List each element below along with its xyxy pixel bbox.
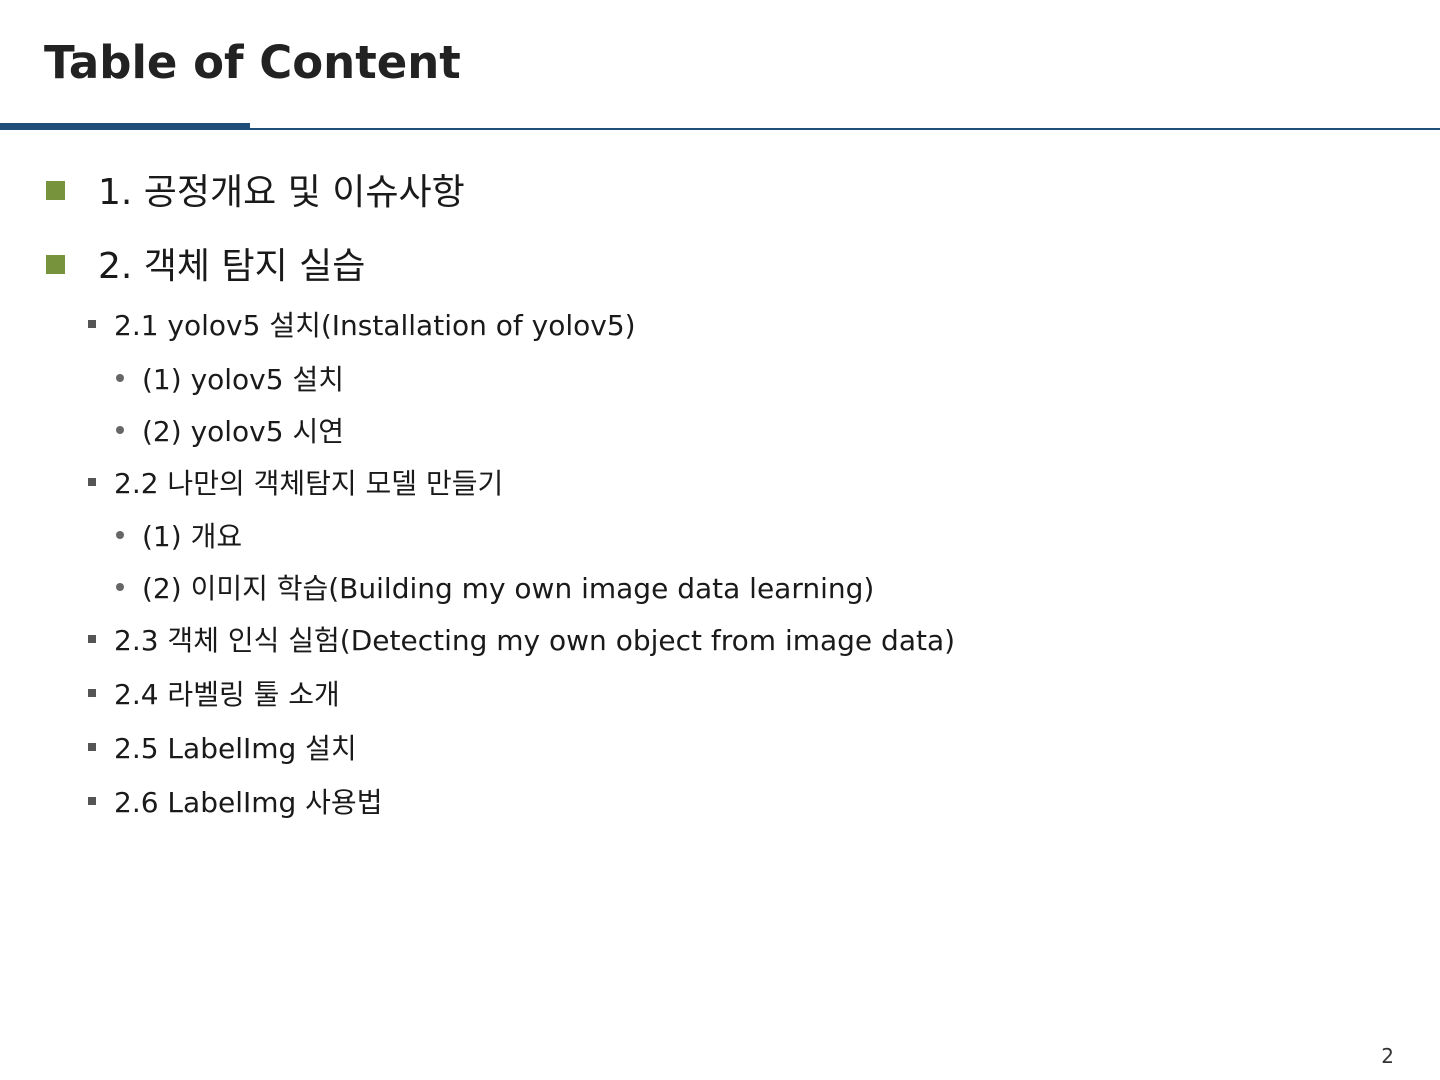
toc-subsubitem-text: (2) 이미지 학습(Building my own image data le… [142, 572, 875, 605]
square-bullet-icon [46, 254, 65, 274]
toc-item-text: 1. 공정개요 및 이슈사항 [98, 172, 465, 213]
toc-item: 1. 공정개요 및 이슈사항 [46, 163, 465, 215]
small-square-bullet-icon [88, 689, 96, 697]
small-square-bullet-icon [88, 635, 96, 643]
toc-subitem: 2.2 나만의 객체탐지 모델 만들기 [88, 462, 503, 502]
small-square-bullet-icon [88, 797, 96, 805]
square-bullet-icon [46, 180, 65, 200]
toc-subitem: 2.3 객체 인식 실험(Detecting my own object fro… [88, 619, 955, 659]
toc-subitem-text: 2.6 LabelImg 사용법 [114, 786, 383, 819]
toc-subsubitem-text: (1) 개요 [142, 520, 243, 553]
small-square-bullet-icon [88, 320, 96, 328]
toc-subitem: 2.1 yolov5 설치(Installation of yolov5) [88, 304, 636, 344]
toc-subsubitem: (2) 이미지 학습(Building my own image data le… [116, 567, 874, 607]
toc-subsubitem-text: (2) yolov5 시연 [142, 415, 344, 448]
dot-bullet-icon [116, 426, 124, 434]
toc-subsubitem: (1) 개요 [116, 515, 242, 555]
toc-subitem-text: 2.5 LabelImg 설치 [114, 732, 357, 765]
toc-subitem-text: 2.1 yolov5 설치(Installation of yolov5) [114, 309, 636, 342]
dot-bullet-icon [116, 583, 124, 591]
page-number: 2 [1381, 1044, 1394, 1068]
small-square-bullet-icon [88, 478, 96, 486]
toc-subitem-text: 2.2 나만의 객체탐지 모델 만들기 [114, 467, 504, 500]
dot-bullet-icon [116, 374, 124, 382]
toc-subitem-text: 2.4 라벨링 툴 소개 [114, 678, 340, 711]
toc-subsubitem: (2) yolov5 시연 [116, 410, 344, 450]
toc-subitem: 2.6 LabelImg 사용법 [88, 781, 382, 821]
title-divider [0, 128, 1440, 130]
slide-title: Table of Content [44, 36, 461, 89]
small-square-bullet-icon [88, 743, 96, 751]
toc-subsubitem: (1) yolov5 설치 [116, 358, 344, 398]
toc-item: 2. 객체 탐지 실습 [46, 237, 365, 289]
toc-subsubitem-text: (1) yolov5 설치 [142, 363, 344, 396]
toc-subitem: 2.4 라벨링 툴 소개 [88, 673, 340, 713]
toc-item-text: 2. 객체 탐지 실습 [98, 246, 366, 287]
dot-bullet-icon [116, 531, 124, 539]
toc-subitem-text: 2.3 객체 인식 실험(Detecting my own object fro… [114, 624, 956, 657]
toc-subitem: 2.5 LabelImg 설치 [88, 727, 357, 767]
